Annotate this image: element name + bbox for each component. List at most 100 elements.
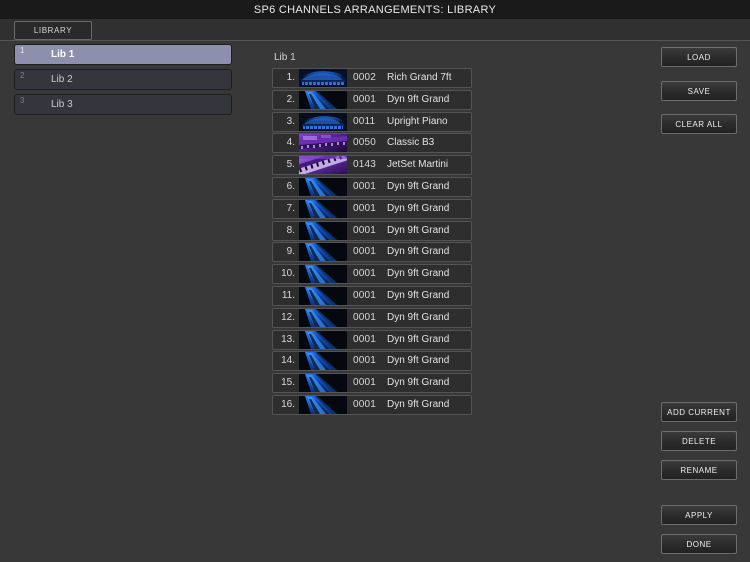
sidebar-item-number: 3 xyxy=(20,96,25,105)
action-button-panel: LOAD SAVE CLEAR ALL ADD CURRENT DELETE RENAME… xyxy=(652,41,750,562)
arrangement-row-id: 0002 xyxy=(353,72,377,83)
arrangement-row[interactable]: 10. 0001 Dyn 9ft Grand xyxy=(272,264,472,285)
arrangement-row-name: Dyn 9ft Grand xyxy=(387,333,450,345)
arrangement-row-index: 9. xyxy=(286,246,295,258)
arrangement-row-name: Dyn 9ft Grand xyxy=(387,202,450,214)
sidebar-item-lib-2[interactable]: 2 Lib 2 xyxy=(14,69,232,90)
grand-piano-side-thumb xyxy=(299,308,347,327)
arrangement-row-id: 0001 xyxy=(353,246,377,258)
arrangement-row-id: 0001 xyxy=(353,355,377,367)
button-label: DELETE xyxy=(681,436,717,446)
arrangement-row-id: 0050 xyxy=(353,137,377,149)
grand-piano-side-thumb xyxy=(299,90,347,109)
tab-strip: LIBRARY xyxy=(0,19,750,41)
arrangement-row[interactable]: 11. 0001 Dyn 9ft Grand xyxy=(272,286,472,306)
sidebar-item-lib-1[interactable]: 1 Lib 1 xyxy=(14,44,232,65)
window-title: SP6 CHANNELS ARRANGEMENTS: LIBRARY xyxy=(253,3,497,16)
clear-all-button[interactable]: CLEAR ALL xyxy=(661,114,737,134)
arrangement-row-index: 5. xyxy=(286,159,295,171)
button-label: ADD CURRENT xyxy=(667,407,731,417)
arrangement-row-name: Dyn 9ft Grand xyxy=(387,355,450,367)
upright-piano-thumb xyxy=(299,112,347,131)
organ-thumb xyxy=(299,134,347,153)
arrangement-row-index: 13. xyxy=(281,333,295,345)
sidebar-item-lib-3[interactable]: 3 Lib 3 xyxy=(14,94,232,115)
arrangement-list-panel: Lib 1 1. 0002 Rich Grand 7ft 2. 0001 Dyn 9f… xyxy=(252,41,652,562)
arrangement-row[interactable]: 2. 0001 Dyn 9ft Grand xyxy=(272,89,472,110)
arrangement-row[interactable]: 1. 0002 Rich Grand 7ft xyxy=(272,68,472,88)
arrangement-row-index: 8. xyxy=(286,224,295,236)
arrangement-row[interactable]: 5. 0143 JetSet Martini xyxy=(272,155,472,176)
arrangement-row-id: 0001 xyxy=(353,181,377,192)
list-header-label: Lib 1 xyxy=(274,52,296,63)
button-label: LOAD xyxy=(687,52,711,62)
arrangement-row[interactable]: 13. 0001 Dyn 9ft Grand xyxy=(272,329,472,350)
delete-button[interactable]: DELETE xyxy=(661,431,737,451)
save-button[interactable]: SAVE xyxy=(661,81,737,101)
add-current-button[interactable]: ADD CURRENT xyxy=(661,402,737,422)
arrangement-row-index: 14. xyxy=(281,355,295,367)
load-button[interactable]: LOAD xyxy=(661,47,737,67)
arrangement-row-index: 12. xyxy=(281,311,295,323)
arrangement-row-index: 4. xyxy=(286,137,295,149)
arrangement-row-id: 0001 xyxy=(353,202,377,214)
arrangement-row-name: Dyn 9ft Grand xyxy=(387,246,450,258)
arrangement-row[interactable]: 12. 0001 Dyn 9ft Grand xyxy=(272,307,472,328)
arrangement-row-id: 0001 xyxy=(353,93,377,105)
arrangement-row-id: 0001 xyxy=(353,224,377,236)
arrangement-row-name: Dyn 9ft Grand xyxy=(387,181,450,192)
apply-button[interactable]: APPLY xyxy=(661,505,737,525)
arrangement-row-id: 0001 xyxy=(353,268,377,280)
sidebar-item-number: 1 xyxy=(20,46,25,55)
arrangement-row-name: Dyn 9ft Grand xyxy=(387,224,450,236)
arrangement-row-name: Dyn 9ft Grand xyxy=(387,377,450,389)
grand-piano-side-thumb xyxy=(299,330,347,349)
arrangement-row[interactable]: 8. 0001 Dyn 9ft Grand xyxy=(272,220,472,241)
arrangement-row[interactable]: 9. 0001 Dyn 9ft Grand xyxy=(272,242,472,263)
arrangement-row-id: 0143 xyxy=(353,159,377,171)
sp6-library-window: SP6 CHANNELS ARRANGEMENTS: LIBRARY LIBRA… xyxy=(0,0,750,562)
arrangement-row-name: Dyn 9ft Grand xyxy=(387,93,450,105)
arrangement-row-id: 0001 xyxy=(353,399,377,410)
grand-piano-side-thumb xyxy=(299,374,347,393)
button-label: CLEAR ALL xyxy=(675,119,723,129)
tab-library[interactable]: LIBRARY xyxy=(14,21,92,40)
arrangement-row-index: 10. xyxy=(281,268,295,280)
arrangement-row-name: Rich Grand 7ft xyxy=(387,72,452,83)
arrangement-row-index: 1. xyxy=(286,72,295,83)
arrangement-row[interactable]: 14. 0001 Dyn 9ft Grand xyxy=(272,351,472,372)
library-sidebar: 1 Lib 1 2 Lib 2 3 Lib 3 xyxy=(0,41,252,562)
arrangement-row[interactable]: 3. 0011 Upright Piano xyxy=(272,111,472,132)
grand-piano-side-thumb xyxy=(299,287,347,305)
grand-piano-side-thumb xyxy=(299,199,347,218)
sidebar-item-label: Lib 3 xyxy=(51,99,73,110)
arrangement-row-index: 16. xyxy=(281,399,295,410)
arrangement-row-index: 3. xyxy=(286,115,295,127)
arrangement-row[interactable]: 15. 0001 Dyn 9ft Grand xyxy=(272,373,472,394)
button-label: RENAME xyxy=(680,465,718,475)
synth-keys-thumb xyxy=(299,156,347,175)
arrangement-row-name: Dyn 9ft Grand xyxy=(387,311,450,323)
arrangement-row-index: 15. xyxy=(281,377,295,389)
arrangement-row-index: 7. xyxy=(286,202,295,214)
grand-piano-side-thumb xyxy=(299,221,347,240)
button-label: SAVE xyxy=(687,86,711,96)
grand-piano-side-thumb xyxy=(299,243,347,262)
done-button[interactable]: DONE xyxy=(661,534,737,554)
button-label: DONE xyxy=(686,539,712,549)
arrangement-row-id: 0001 xyxy=(353,290,377,301)
arrangement-row[interactable]: 6. 0001 Dyn 9ft Grand xyxy=(272,177,472,197)
grand-piano-thumb xyxy=(299,69,347,87)
arrangement-row-index: 11. xyxy=(281,290,295,301)
arrangement-row[interactable]: 4. 0050 Classic B3 xyxy=(272,133,472,154)
arrangement-row[interactable]: 16. 0001 Dyn 9ft Grand xyxy=(272,395,472,415)
sidebar-item-label: Lib 1 xyxy=(51,49,75,60)
grand-piano-side-thumb xyxy=(299,352,347,371)
tab-library-label: LIBRARY xyxy=(33,26,73,35)
arrangement-row-name: JetSet Martini xyxy=(387,159,449,171)
arrangement-row-index: 6. xyxy=(286,181,295,192)
arrangement-row[interactable]: 7. 0001 Dyn 9ft Grand xyxy=(272,198,472,219)
arrangement-row-id: 0011 xyxy=(353,115,376,127)
rename-button[interactable]: RENAME xyxy=(661,460,737,480)
window-titlebar: SP6 CHANNELS ARRANGEMENTS: LIBRARY xyxy=(0,0,750,19)
